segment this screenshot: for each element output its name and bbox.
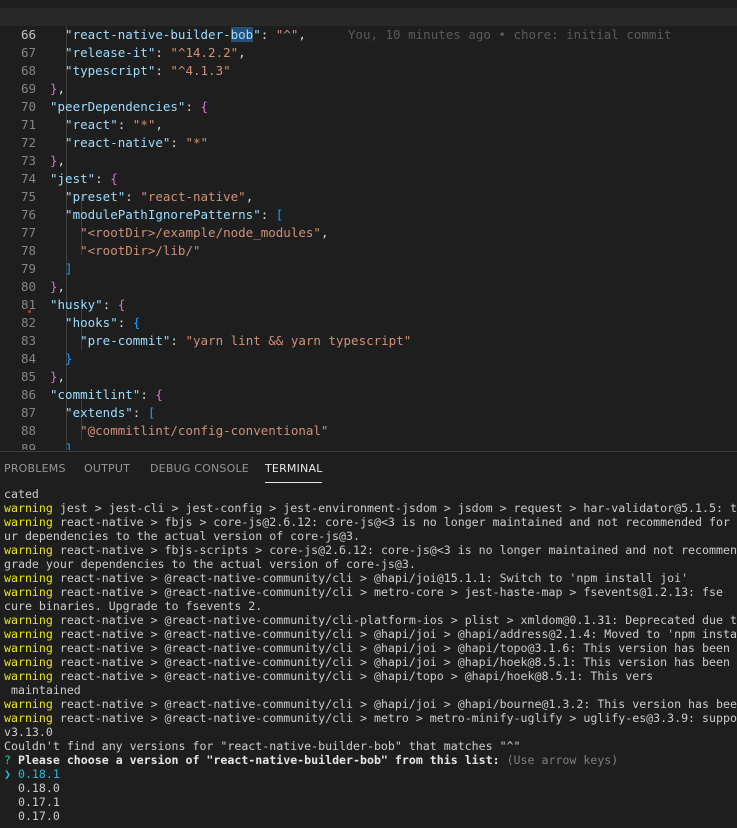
code-line: 82 "hooks": {: [0, 296, 737, 330]
code-line: 90}: [0, 440, 737, 450]
terminal-line: warning react-native > fbjs-scripts > co…: [4, 543, 737, 557]
code-line: 69},: [0, 62, 737, 96]
terminal-line: cated: [4, 487, 39, 501]
code-line: 71 "react": "*",: [0, 98, 737, 132]
prompt-question: ? Please choose a version of "react-nati…: [4, 753, 619, 767]
code-line: 74 "jest": {: [0, 152, 737, 186]
terminal-line: warning react-native > @react-native-com…: [4, 571, 689, 585]
code-line: 67 "release-it": "^14.2.2",: [0, 26, 737, 60]
code-line: 83 "pre-commit": "yarn lint && yarn type…: [0, 314, 737, 348]
code-line: 79 ]: [0, 242, 737, 276]
code-line: 72 "react-native": "*": [0, 116, 737, 150]
terminal-line: warning react-native > @react-native-com…: [4, 697, 737, 711]
terminal-line: warning react-native > @react-native-com…: [4, 655, 730, 669]
terminal-line: warning react-native > fbjs > core-js@2.…: [4, 515, 730, 529]
code-line: 84 }: [0, 332, 737, 366]
code-line: 78 "<rootDir>/lib/": [0, 224, 737, 258]
terminal-line: ur dependencies to the actual version of…: [4, 529, 360, 543]
terminal-line: warning react-native > @react-native-com…: [4, 641, 730, 655]
active-tab-indicator: [265, 482, 322, 483]
selection-pointer-icon: ❯: [4, 767, 11, 781]
breakpoint-marker: [28, 310, 31, 313]
code-line: 85},: [0, 350, 737, 384]
vscode-window: 65 "react-native": "0.63.4", 66 "react-n…: [0, 0, 737, 828]
panel-tab-bar: PROBLEMS OUTPUT DEBUG CONSOLE TERMINAL: [0, 451, 737, 485]
terminal-line: maintained: [4, 683, 81, 697]
code-line: 81 "husky": {: [0, 278, 737, 312]
tab-output[interactable]: OUTPUT: [84, 462, 130, 475]
code-line: 80},: [0, 260, 737, 294]
terminal-panel[interactable]: cated warning jest > jest-cli > jest-con…: [0, 485, 737, 828]
terminal-line: cure binaries. Upgrade to fsevents 2.: [4, 599, 263, 613]
code-line: 87 "extends": [: [0, 386, 737, 420]
terminal-line: warning react-native > @react-native-com…: [4, 711, 737, 725]
code-line: 75 "preset": "react-native",: [0, 170, 737, 204]
terminal-line: warning react-native > @react-native-com…: [4, 627, 737, 641]
terminal-line: v3.13.0: [4, 725, 53, 739]
code-line: 77 "<rootDir>/example/node_modules",: [0, 206, 737, 240]
code-line: 68 "typescript": "^4.1.3": [0, 44, 737, 78]
code-line: 76 "modulePathIgnorePatterns": [: [0, 188, 737, 222]
code-line: 86 "commitlint": {: [0, 368, 737, 402]
code-editor[interactable]: 65 "react-native": "0.63.4", 66 "react-n…: [0, 0, 737, 450]
version-option[interactable]: 0.17.0: [4, 809, 737, 823]
tab-terminal[interactable]: TERMINAL: [265, 462, 323, 475]
code-line: 73},: [0, 134, 737, 168]
code-line: 88 "@commitlint/config-conventional": [0, 404, 737, 438]
version-option[interactable]: 0.18.0: [4, 781, 737, 795]
version-option-selected[interactable]: ❯ 0.18.1: [4, 767, 737, 781]
terminal-line: warning jest > jest-cli > jest-config > …: [4, 501, 737, 515]
code-line-current: 66 "react-native-builder-bob": "^", You, …: [0, 8, 737, 42]
version-option[interactable]: 0.17.1: [4, 795, 737, 809]
tab-problems[interactable]: PROBLEMS: [4, 462, 66, 475]
terminal-line: warning react-native > @react-native-com…: [4, 613, 737, 627]
code-line: 89 ]: [0, 422, 737, 450]
terminal-line: warning react-native > @react-native-com…: [4, 669, 654, 683]
terminal-line: Couldn't find any versions for "react-na…: [4, 739, 521, 753]
terminal-line: warning react-native > @react-native-com…: [4, 585, 723, 599]
tab-debug-console[interactable]: DEBUG CONSOLE: [150, 462, 249, 475]
code-line: 70 "peerDependencies": {: [0, 80, 737, 114]
terminal-line: grade your dependencies to the actual ve…: [4, 557, 416, 571]
